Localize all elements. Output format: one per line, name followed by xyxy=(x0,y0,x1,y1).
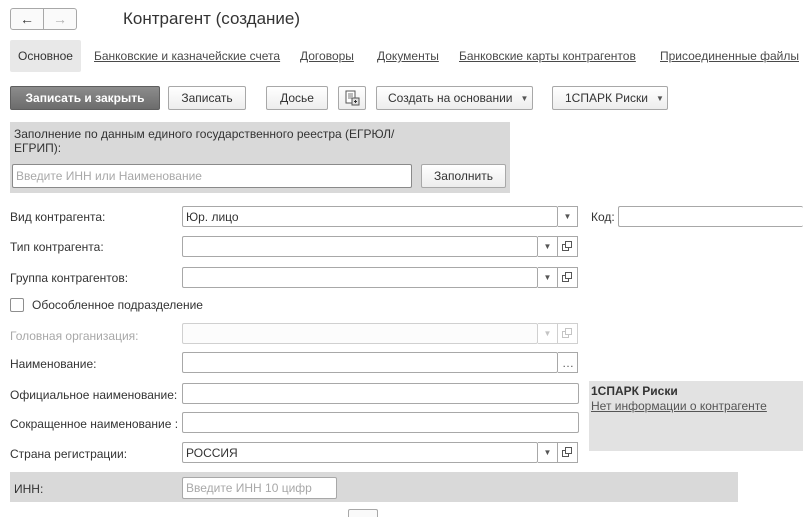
open-form-icon xyxy=(562,447,572,457)
name-field[interactable] xyxy=(182,352,558,373)
country-dropdown-button[interactable]: ▼ xyxy=(538,442,558,463)
bottom-button-partial[interactable] xyxy=(348,509,378,517)
registry-search-placeholder: Введите ИНН или Наименование xyxy=(16,169,202,183)
country-value: РОССИЯ xyxy=(186,445,238,460)
back-button[interactable]: ← xyxy=(10,8,44,30)
tab-documents[interactable]: Документы xyxy=(377,49,439,63)
kind-field[interactable]: Юр. лицо xyxy=(182,206,558,227)
inn-field[interactable]: Введите ИНН 10 цифр xyxy=(182,477,337,499)
code-field[interactable] xyxy=(618,206,803,227)
page-title: Контрагент (создание) xyxy=(123,9,301,28)
inn-placeholder: Введите ИНН 10 цифр xyxy=(186,481,312,495)
save-button[interactable]: Записать xyxy=(168,86,246,110)
group-open-button[interactable] xyxy=(558,267,578,288)
tab-bank-accounts[interactable]: Банковские и казначейские счета xyxy=(94,49,280,63)
create-based-on-button[interactable]: Создать на основании ▼ xyxy=(376,86,533,110)
country-field[interactable]: РОССИЯ xyxy=(182,442,538,463)
tab-main[interactable]: Основное xyxy=(10,40,81,72)
open-form-icon xyxy=(562,328,572,338)
type-label: Тип контрагента: xyxy=(10,240,104,254)
spark-risks-label: 1СПАРК Риски xyxy=(565,91,648,105)
short-name-field[interactable] xyxy=(182,412,579,433)
forward-button[interactable]: → xyxy=(43,8,77,30)
inn-panel xyxy=(10,472,738,502)
arrow-left-icon: ← xyxy=(20,11,34,27)
kind-dropdown-button[interactable]: ▼ xyxy=(558,206,578,227)
tab-contracts[interactable]: Договоры xyxy=(300,49,354,63)
official-name-field[interactable] xyxy=(182,383,579,404)
save-and-close-button[interactable]: Записать и закрыть xyxy=(10,86,160,110)
name-more-button[interactable]: … xyxy=(558,352,578,373)
inn-label: ИНН: xyxy=(14,482,44,496)
spark-no-info-link[interactable]: Нет информации о контрагенте xyxy=(591,399,767,413)
chevron-down-icon: ▼ xyxy=(543,242,552,251)
dossier-button[interactable]: Досье xyxy=(266,86,328,110)
head-org-label: Головная организация: xyxy=(10,329,139,343)
attach-document-button[interactable] xyxy=(338,86,366,110)
type-dropdown-button[interactable]: ▼ xyxy=(538,236,558,257)
more-dots-icon: … xyxy=(562,355,574,370)
spark-risks-button[interactable]: 1СПАРК Риски ▼ xyxy=(552,86,668,110)
chevron-down-icon: ▼ xyxy=(563,212,572,221)
chevron-down-icon: ▼ xyxy=(655,93,664,103)
registry-search-input[interactable]: Введите ИНН или Наименование xyxy=(12,164,412,188)
code-label: Код: xyxy=(591,210,615,224)
spark-panel-title: 1СПАРК Риски xyxy=(591,384,678,398)
open-form-icon xyxy=(562,241,572,251)
head-org-dropdown-button: ▼ xyxy=(538,323,558,344)
kind-label: Вид контрагента: xyxy=(10,210,106,224)
registry-caption: Заполнение по данным единого государстве… xyxy=(14,127,395,155)
separate-division-checkbox[interactable] xyxy=(10,298,24,312)
arrow-right-icon: → xyxy=(53,11,67,27)
tab-bank-cards[interactable]: Банковские карты контрагентов xyxy=(459,49,636,63)
type-field[interactable] xyxy=(182,236,538,257)
short-name-label: Сокращенное наименование : xyxy=(10,417,179,431)
open-form-icon xyxy=(562,272,572,282)
create-based-on-label: Создать на основании xyxy=(388,91,513,105)
country-label: Страна регистрации: xyxy=(10,447,128,461)
fill-button[interactable]: Заполнить xyxy=(421,164,506,188)
official-name-label: Официальное наименование: xyxy=(10,388,178,402)
tab-attached-files[interactable]: Присоединенные файлы xyxy=(660,49,799,63)
country-open-button[interactable] xyxy=(558,442,578,463)
head-org-field xyxy=(182,323,538,344)
document-attach-icon xyxy=(345,90,360,106)
kind-value: Юр. лицо xyxy=(186,209,239,224)
chevron-down-icon: ▼ xyxy=(543,448,552,457)
type-open-button[interactable] xyxy=(558,236,578,257)
head-org-open-button xyxy=(558,323,578,344)
name-label: Наименование: xyxy=(10,357,97,371)
chevron-down-icon: ▼ xyxy=(543,273,552,282)
separate-division-label: Обособленное подразделение xyxy=(32,298,203,312)
group-dropdown-button[interactable]: ▼ xyxy=(538,267,558,288)
group-label: Группа контрагентов: xyxy=(10,271,129,285)
group-field[interactable] xyxy=(182,267,538,288)
chevron-down-icon: ▼ xyxy=(520,93,529,103)
chevron-down-icon: ▼ xyxy=(543,329,552,338)
